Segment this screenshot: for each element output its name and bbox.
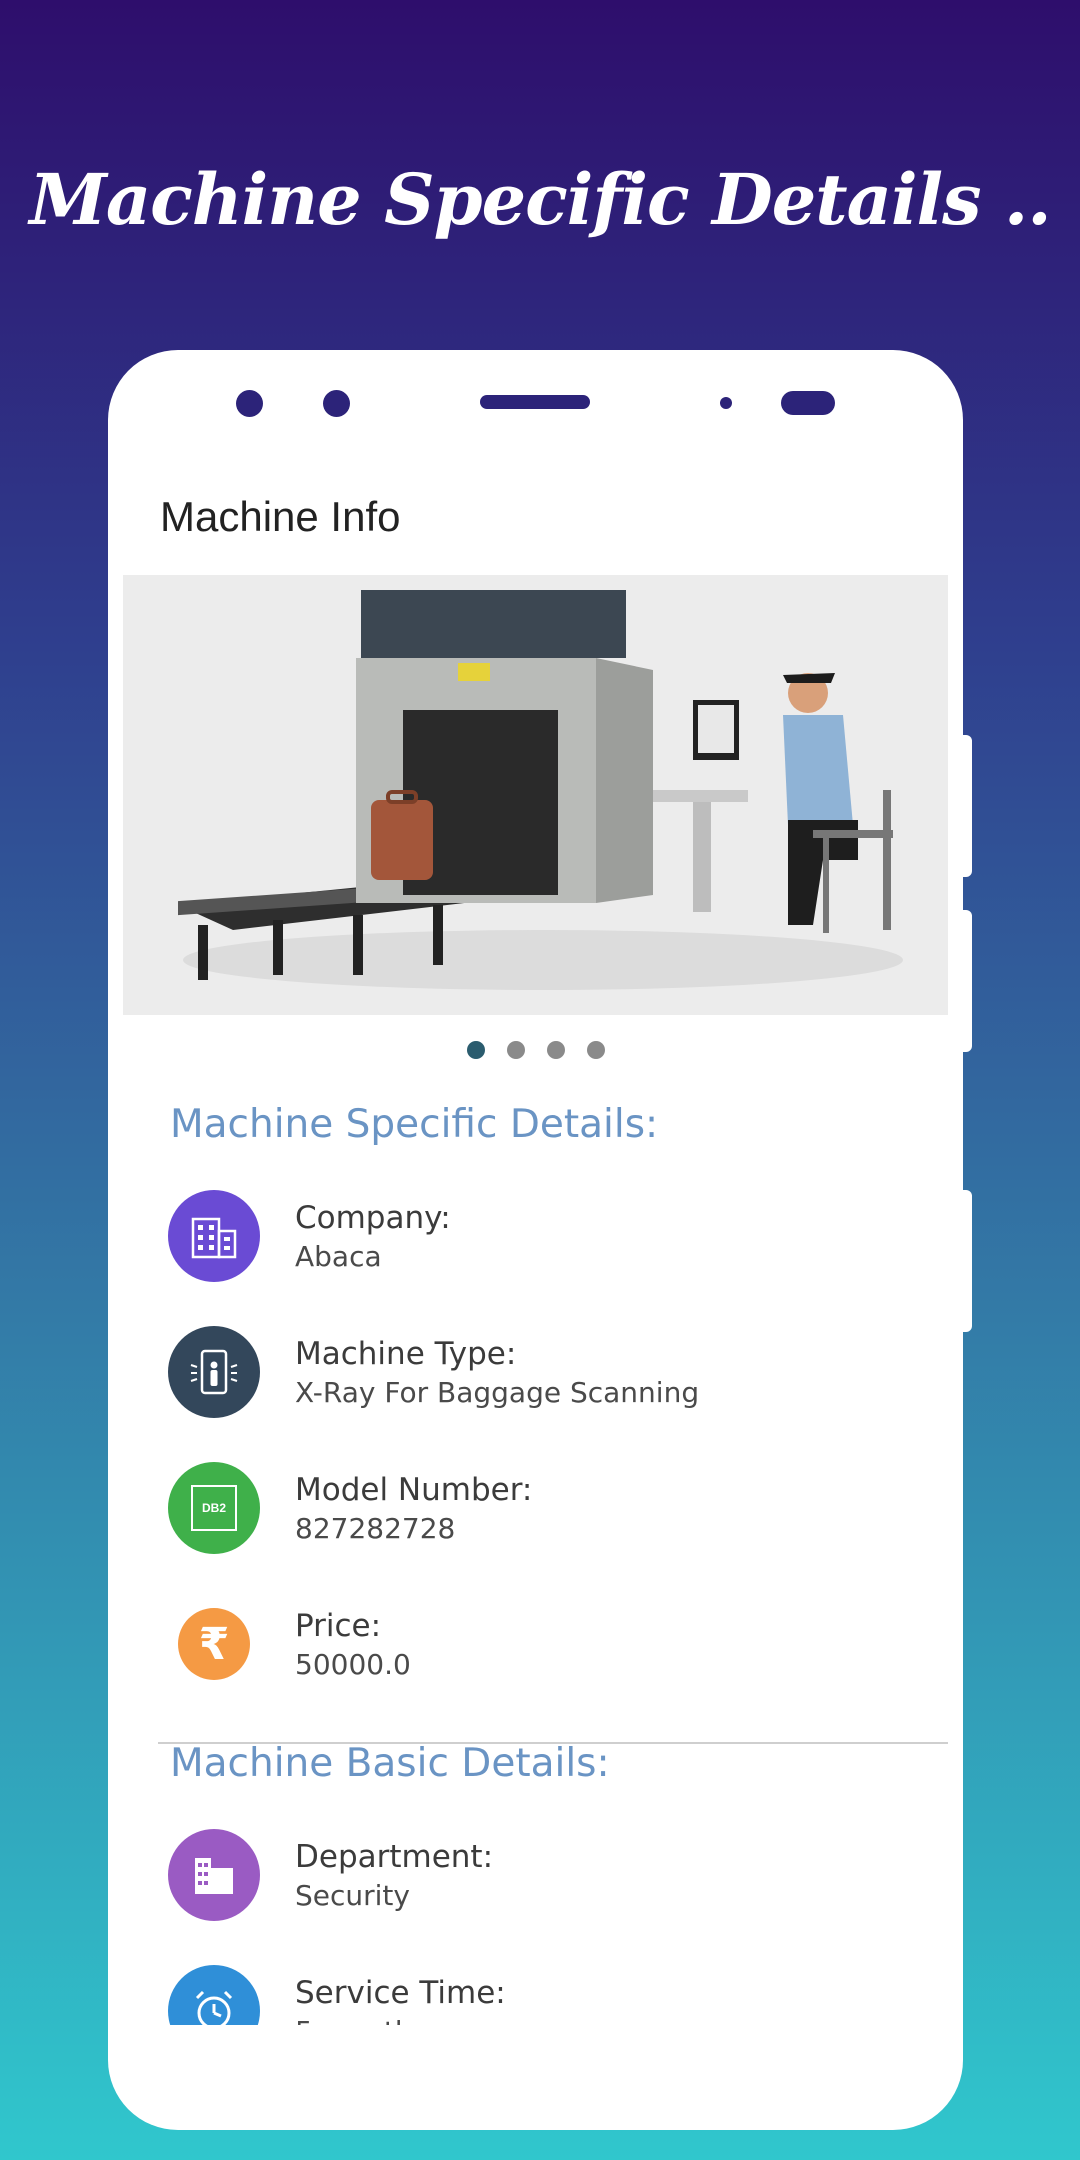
company-value: Abaca — [295, 1239, 382, 1273]
machine-image-carousel[interactable] — [123, 575, 948, 1015]
rupee-icon: ₹ — [168, 1598, 260, 1690]
detail-row-machine-type: Machine Type: X-Ray For Baggage Scanning — [168, 1326, 699, 1418]
carousel-dot-active[interactable] — [466, 1041, 485, 1059]
carousel-dot[interactable] — [506, 1041, 525, 1059]
front-sensor — [323, 390, 350, 417]
promo-headline: Machine Specific Details .. — [29, 158, 1051, 241]
flash-light — [781, 391, 835, 415]
service-time-value: 5 months — [295, 2015, 506, 2026]
phone-frame: Machine Info Machine Specific Details: C… — [108, 350, 963, 2130]
carousel-dot[interactable] — [586, 1041, 605, 1059]
scanner-icon — [168, 1326, 260, 1418]
app-bar-title: Machine Info — [160, 493, 401, 540]
model-number-value: 827282728 — [295, 1511, 456, 1545]
detail-row-model-number: DB2 Model Number: 827282728 — [168, 1462, 532, 1554]
price-value: 50000.0 — [295, 1647, 411, 1681]
detail-row-service-time: Service Time: 5 months — [168, 1965, 506, 2025]
machine-specific-details-heading: Machine Specific Details: — [170, 1102, 659, 1147]
company-label: Company: — [295, 1199, 451, 1236]
machine-type-label: Machine Type: — [295, 1335, 517, 1372]
detail-row-company: Company: Abaca — [168, 1190, 451, 1282]
model-badge-text: DB2 — [191, 1485, 237, 1531]
building-icon — [168, 1190, 260, 1282]
service-time-label: Service Time: — [295, 1974, 506, 2011]
model-number-label: Model Number: — [295, 1471, 533, 1508]
model-icon: DB2 — [168, 1462, 260, 1554]
xray-machine-image — [123, 575, 948, 1015]
alarm-clock-icon — [168, 1965, 260, 2025]
department-icon — [168, 1829, 260, 1921]
app-bar: Machine Info — [123, 457, 948, 577]
department-label: Department: — [295, 1838, 494, 1875]
carousel-dot[interactable] — [546, 1041, 565, 1059]
department-value: Security — [295, 1878, 410, 1912]
front-camera — [236, 390, 263, 417]
detail-row-price: ₹ Price: 50000.0 — [168, 1598, 411, 1690]
machine-type-value: X-Ray For Baggage Scanning — [295, 1375, 700, 1409]
earpiece-speaker — [480, 395, 590, 409]
price-label: Price: — [295, 1607, 382, 1644]
proximity-sensor — [720, 397, 732, 409]
machine-basic-details-heading: Machine Basic Details: — [170, 1741, 610, 1786]
carousel-indicator — [123, 1041, 948, 1059]
detail-row-department: Department: Security — [168, 1829, 493, 1921]
app-screen: Machine Info Machine Specific Details: C… — [123, 457, 948, 2025]
rupee-symbol: ₹ — [178, 1608, 250, 1680]
